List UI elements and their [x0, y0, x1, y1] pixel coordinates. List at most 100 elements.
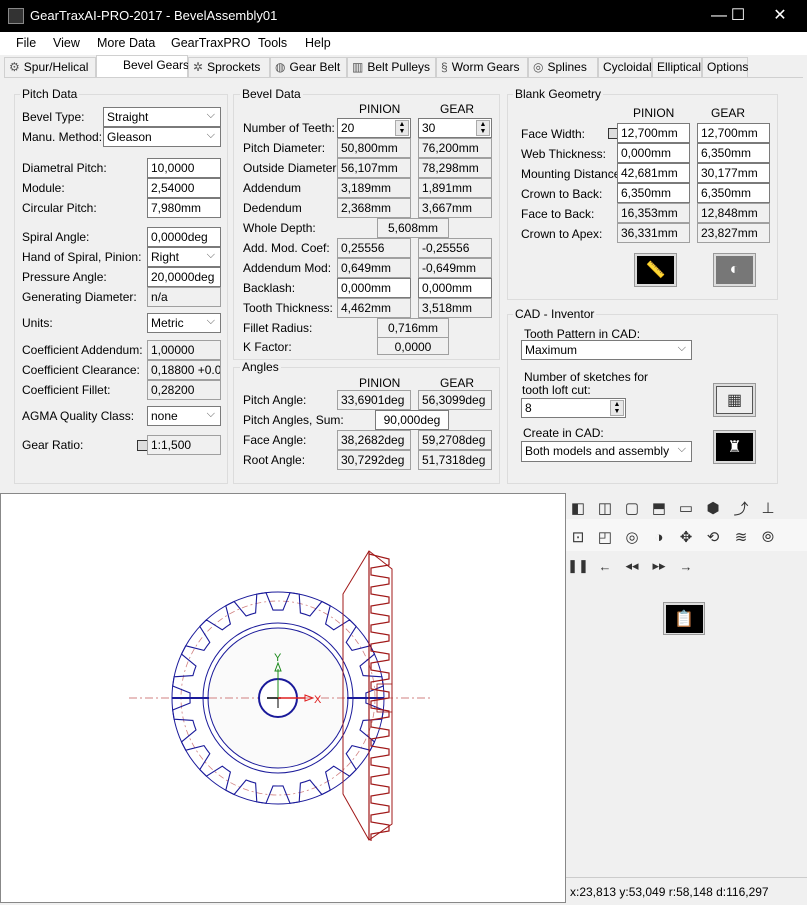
tooth-pattern-select[interactable]: Maximum — [521, 340, 692, 360]
view-front-icon[interactable]: ◧ — [567, 497, 589, 519]
bevel-type-select[interactable]: Straight — [103, 107, 221, 127]
spin-icon[interactable]: ⟲ — [702, 526, 724, 548]
view-top-icon[interactable]: ⬒ — [648, 497, 670, 519]
blank-gear-value[interactable]: 6,350mm — [697, 143, 770, 163]
tab-cycloidal[interactable]: Cycloidal — [598, 57, 652, 77]
tab-belt-pulleys[interactable]: ▥ Belt Pulleys — [347, 57, 436, 77]
spiral-angle-input[interactable]: 0,0000deg — [147, 227, 221, 247]
maximize-button[interactable]: ☐ — [718, 4, 758, 28]
pause-icon[interactable]: ❚❚ — [567, 555, 589, 577]
shaded-view-icon[interactable]: ⬢ — [702, 497, 724, 519]
tab-bevel-gears[interactable]: Bevel Gears — [96, 55, 189, 78]
rotate-view-icon[interactable]: ⤴ — [730, 497, 752, 519]
agma-select[interactable]: none — [147, 406, 221, 426]
zoom-fit-icon[interactable]: ⊡ — [567, 526, 589, 548]
menu-tools[interactable]: Tools — [258, 36, 287, 50]
table-button[interactable]: ▦ — [713, 383, 756, 417]
blank-gear-value[interactable]: 6,350mm — [697, 183, 770, 203]
blank-gear-value[interactable]: 30,177mm — [697, 163, 770, 183]
module-input[interactable]: 2,54000 — [147, 178, 221, 198]
blank-gear-value: 23,827mm — [697, 223, 770, 243]
tab-worm-gears[interactable]: § Worm Gears — [436, 57, 528, 77]
bevel-pinion-value[interactable]: 20 ▲ ▼ — [337, 118, 411, 138]
manu-method-select[interactable]: Gleason — [103, 127, 221, 147]
angle-row-label: Pitch Angles, Sum: — [243, 413, 344, 427]
angle-pinion-value: 30,7292deg — [337, 450, 411, 470]
blank-gear-value[interactable]: 12,700mm — [697, 123, 770, 143]
menu-help[interactable]: Help — [305, 36, 331, 50]
angles-title: Angles — [240, 360, 281, 374]
blank-pinion-value[interactable]: 0,000mm — [617, 143, 690, 163]
angles-pinion-header: PINION — [359, 376, 401, 390]
coef-addendum-value: 1,00000 — [147, 340, 221, 360]
circular-pitch-input[interactable]: 7,980mm — [147, 198, 221, 218]
bevel-row-label: Pitch Diameter: — [243, 141, 326, 155]
blank-pinion-value[interactable]: 6,350mm — [617, 183, 690, 203]
tab-gear-belt[interactable]: ◍ Gear Belt — [270, 57, 347, 77]
report-button[interactable]: 📋 — [663, 602, 705, 635]
blank-pinion-value[interactable]: 42,681mm — [617, 163, 690, 183]
create-in-cad-select[interactable]: Both models and assembly — [521, 441, 692, 462]
bevel-pinion-value: 4,462mm — [337, 298, 411, 318]
menu-geartraxpro[interactable]: GearTraxPRO — [171, 36, 250, 50]
bevel-row-label: Add. Mod. Coef: — [243, 241, 330, 255]
fast-back-icon[interactable]: ◂◂ — [621, 555, 643, 577]
blank-row-label: Face Width: — [521, 127, 586, 141]
spinner-arrows-icon[interactable]: ▲ ▼ — [395, 120, 409, 136]
tab-elliptical[interactable]: Elliptical — [652, 57, 702, 77]
window-title: GearTraxAI-PRO-2017 - BevelAssembly01 — [30, 8, 278, 23]
menu-view[interactable]: View — [53, 36, 80, 50]
step-back-icon[interactable]: ← — [594, 555, 616, 577]
tab-sprockets[interactable]: ✲ Sprockets — [188, 57, 270, 77]
units-select[interactable]: Metric — [147, 313, 221, 333]
view-toolbar-panel — [566, 493, 807, 877]
blank-pinion-value[interactable]: 12,700mm — [617, 123, 690, 143]
bevel-row-label: K Factor: — [243, 340, 292, 354]
rotate-icon[interactable]: ◑ — [648, 526, 670, 548]
axis-view-icon[interactable]: ⊥ — [757, 497, 779, 519]
menu-file[interactable]: File — [16, 36, 36, 50]
fast-forward-icon[interactable]: ▸▸ — [648, 555, 670, 577]
gear-drawing[interactable]: YX — [1, 494, 565, 902]
blank-row-label: Crown to Apex: — [521, 227, 603, 241]
bevel-data-title: Bevel Data — [240, 87, 303, 101]
bevel-gear-value[interactable]: 30 ▲ ▼ — [418, 118, 492, 138]
menu-more-data[interactable]: More Data — [97, 36, 155, 50]
spinner-arrows-icon[interactable]: ▲ ▼ — [476, 120, 490, 136]
bevel-gear-value[interactable]: 0,000mm — [418, 278, 492, 298]
spinner-arrows-icon[interactable]: ▲ ▼ — [610, 400, 624, 416]
gear-belt-icon: ◍ — [275, 60, 286, 74]
teeth-count: 20 — [341, 121, 355, 135]
step-forward-icon[interactable]: → — [675, 555, 697, 577]
hand-of-spiral-select[interactable]: Right — [147, 247, 221, 267]
angle-pinion-value: 38,2682deg — [337, 430, 411, 450]
sketches-spinner[interactable]: 8 ▲ ▼ — [521, 398, 626, 418]
gear-drawing-canvas[interactable]: YX — [0, 493, 566, 903]
bevel-pinion-value[interactable]: 0,000mm — [337, 278, 411, 298]
create-cad-button[interactable]: ♜ — [713, 430, 756, 464]
diametral-pitch-input[interactable]: 10,0000 — [147, 158, 221, 178]
bevel-pinion-value: 0,649mm — [337, 258, 411, 278]
view-side-icon[interactable]: ▭ — [675, 497, 697, 519]
zoom-window-icon[interactable]: ◰ — [594, 526, 616, 548]
mesh-vertical-icon[interactable]: ≋ — [730, 526, 752, 548]
pan-icon[interactable]: ✥ — [675, 526, 697, 548]
caliper-button[interactable]: 📏 — [634, 253, 677, 287]
blank-gear-button[interactable]: ◐ — [713, 253, 756, 287]
bevel-gear-value: 78,298mm — [418, 158, 492, 178]
mesh-horizontal-icon[interactable]: ⦾ — [757, 526, 779, 548]
view-back-icon[interactable]: ◫ — [594, 497, 616, 519]
zoom-icon[interactable]: ◎ — [621, 526, 643, 548]
clipboard-icon: 📋 — [665, 604, 703, 633]
tab-options[interactable]: Options — [702, 57, 748, 77]
angle-row-label: Face Angle: — [243, 433, 307, 447]
spline-icon: ◎ — [533, 60, 544, 74]
pitch-angle-sum-input[interactable]: 90,000deg — [375, 410, 449, 430]
tab-splines[interactable]: ◎ Splines — [528, 57, 598, 77]
pressure-angle-input[interactable]: 20,0000deg — [147, 267, 221, 287]
gear-side-outline — [342, 550, 393, 841]
tab-divider — [4, 77, 803, 78]
view-wire-icon[interactable]: ▢ — [621, 497, 643, 519]
tab-spur-helical[interactable]: ⚙ Spur/Helical — [4, 57, 96, 77]
close-button[interactable]: ✕ — [760, 4, 800, 28]
